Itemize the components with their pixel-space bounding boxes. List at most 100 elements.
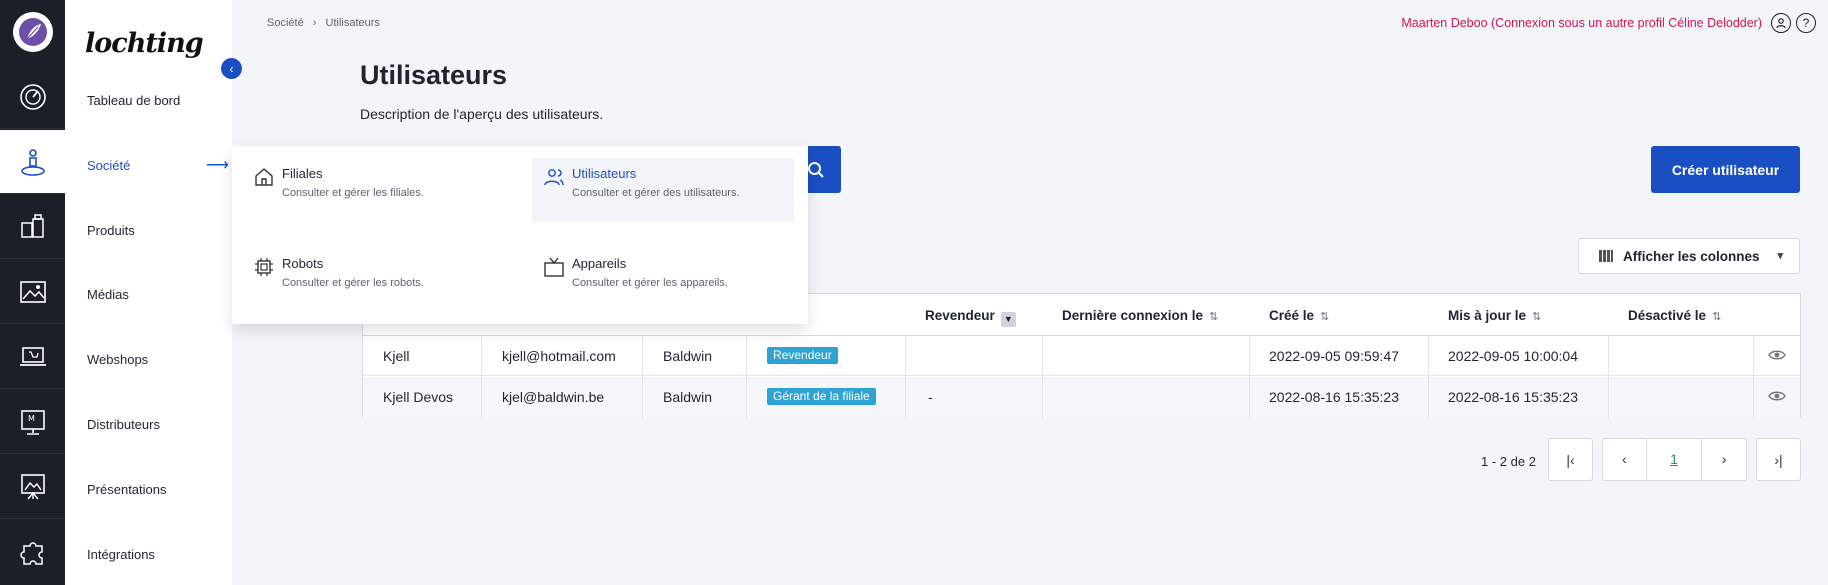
integrations-puzzle-icon[interactable] <box>0 520 65 584</box>
column-divider <box>1042 336 1043 418</box>
submenu-item-title: Appareils <box>572 256 627 271</box>
sort-icon[interactable]: ⇅ <box>1209 311 1218 323</box>
cell-company: Baldwin <box>663 348 713 364</box>
nav-item-dashboard[interactable]: Tableau de bord <box>87 93 180 108</box>
sort-icon[interactable]: ⇅ <box>1320 311 1329 323</box>
view-eye-icon[interactable] <box>1768 389 1786 403</box>
page-description: Description de l'aperçu des utilisateurs… <box>360 106 604 122</box>
main-nav: lochting Tableau de bord Société ⟶ Produ… <box>65 0 232 585</box>
column-divider <box>481 336 482 418</box>
nav-item-webshops[interactable]: Webshops <box>87 352 148 367</box>
show-columns-label: Afficher les colonnes <box>1623 248 1760 264</box>
view-eye-icon[interactable] <box>1768 348 1786 362</box>
submenu-item-devices[interactable]: Appareils Consulter et gérer les apparei… <box>532 248 794 312</box>
page-number-button[interactable]: 1 <box>1647 439 1703 480</box>
icon-rail: M <box>0 0 65 585</box>
column-divider <box>1753 336 1754 418</box>
submenu-item-desc: Consulter et gérer les robots. <box>282 277 424 289</box>
user-impersonation-label[interactable]: Maarten Deboo (Connexion sous un autre p… <box>1401 16 1762 30</box>
column-header-last-login[interactable]: Dernière connexion le ⇅ <box>1062 308 1218 323</box>
chevron-right-icon: › <box>312 17 317 29</box>
users-icon <box>544 169 564 186</box>
table-row[interactable]: Kjell kjell@hotmail.com Baldwin Revendeu… <box>363 336 1800 376</box>
chevron-down-icon: ▾ <box>1777 250 1783 262</box>
prev-page-button[interactable]: ‹ <box>1603 439 1647 480</box>
app-logo[interactable]: lochting <box>85 28 204 59</box>
nav-item-distributors[interactable]: Distributeurs <box>87 417 160 432</box>
presentation-easel-icon[interactable] <box>0 455 65 519</box>
cell-created: 2022-09-05 09:59:47 <box>1269 348 1399 364</box>
dashboard-gauge-icon[interactable] <box>0 65 65 129</box>
page-title: Utilisateurs <box>360 60 508 90</box>
role-badge: Revendeur <box>767 347 838 364</box>
submenu-item-title: Utilisateurs <box>572 166 637 181</box>
webshop-laptop-cart-icon[interactable] <box>0 325 65 389</box>
cell-email: kjel@baldwin.be <box>502 389 605 405</box>
columns-icon <box>1599 250 1613 262</box>
create-user-button[interactable]: Créer utilisateur <box>1651 146 1800 193</box>
page-nav-group: ‹ 1 › <box>1602 438 1747 481</box>
submenu-item-desc: Consulter et gérer les filiales. <box>282 187 424 199</box>
column-header-created[interactable]: Créé le ⇅ <box>1269 308 1329 323</box>
home-icon <box>255 168 273 186</box>
nav-item-media[interactable]: Médias <box>87 287 129 302</box>
column-header-deactivated[interactable]: Désactivé le ⇅ <box>1628 308 1721 323</box>
cell-email: kjell@hotmail.com <box>502 348 616 364</box>
show-columns-button[interactable]: Afficher les colonnes ▾ <box>1578 238 1800 274</box>
next-page-button[interactable]: › <box>1702 439 1746 480</box>
submenu-item-branches[interactable]: Filiales Consulter et gérer les filiales… <box>242 158 504 222</box>
brand-logo-icon[interactable] <box>13 12 53 52</box>
chevron-left-icon: ‹ <box>229 61 234 76</box>
cell-reseller: - <box>928 389 933 405</box>
collapse-sidebar-button[interactable]: ‹ <box>221 58 242 79</box>
column-header-updated[interactable]: Mis à jour le ⇅ <box>1448 308 1541 323</box>
column-header-last-login-label: Dernière connexion le <box>1062 308 1204 323</box>
user-profile-icon[interactable] <box>1771 13 1791 33</box>
media-image-icon[interactable] <box>0 260 65 324</box>
first-page-button[interactable]: |‹ <box>1548 438 1593 481</box>
submenu-item-title: Filiales <box>282 166 323 181</box>
column-header-reseller-label: Revendeur <box>925 308 995 323</box>
current-page-label: 1 <box>1670 451 1678 467</box>
breadcrumb: Société › Utilisateurs <box>267 17 386 29</box>
svg-text:M: M <box>28 414 35 423</box>
submenu-item-robots[interactable]: Robots Consulter et gérer les robots. <box>242 248 504 312</box>
arrow-right-icon: ⟶ <box>206 157 229 174</box>
column-header-deactivated-label: Désactivé le <box>1628 308 1707 323</box>
cell-name: Kjell <box>383 348 410 364</box>
filter-icon[interactable]: ▼ <box>1000 312 1016 327</box>
cell-updated: 2022-08-16 15:35:23 <box>1448 389 1578 405</box>
nav-item-presentations[interactable]: Présentations <box>87 482 167 497</box>
help-icon[interactable]: ? <box>1796 13 1816 33</box>
column-divider <box>746 336 747 418</box>
role-badge: Gérant de la filiale <box>767 388 876 405</box>
submenu-item-users[interactable]: Utilisateurs Consulter et gérer des util… <box>532 158 794 222</box>
column-divider <box>1428 336 1429 418</box>
tv-device-icon <box>544 257 564 277</box>
sort-icon[interactable]: ⇅ <box>1532 311 1541 323</box>
search-icon <box>807 161 824 178</box>
breadcrumb-item-users: Utilisateurs <box>325 17 380 29</box>
last-page-icon: ›| <box>1774 451 1783 468</box>
company-person-icon[interactable] <box>0 130 65 194</box>
breadcrumb-item-company[interactable]: Société <box>267 17 304 29</box>
first-page-icon: |‹ <box>1566 451 1575 468</box>
cell-updated: 2022-09-05 10:00:04 <box>1448 348 1578 364</box>
sort-icon[interactable]: ⇅ <box>1712 311 1721 323</box>
submenu-item-desc: Consulter et gérer les appareils. <box>572 277 728 289</box>
company-submenu: Filiales Consulter et gérer les filiales… <box>232 146 808 324</box>
column-header-reseller[interactable]: Revendeur ▼ <box>925 308 1016 327</box>
submenu-item-title: Robots <box>282 256 324 271</box>
products-bottles-icon[interactable] <box>0 195 65 259</box>
column-divider <box>905 336 906 418</box>
column-header-created-label: Créé le <box>1269 308 1315 323</box>
last-page-button[interactable]: ›| <box>1756 438 1801 481</box>
distributor-monitor-icon[interactable]: M <box>0 390 65 454</box>
cell-created: 2022-08-16 15:35:23 <box>1269 389 1399 405</box>
nav-item-company[interactable]: Société <box>87 158 130 173</box>
pagination-info: 1 - 2 de 2 <box>1481 454 1536 469</box>
column-divider <box>1608 336 1609 418</box>
table-row[interactable]: Kjell Devos kjel@baldwin.be Baldwin Géra… <box>363 377 1800 417</box>
nav-item-products[interactable]: Produits <box>87 223 135 238</box>
nav-item-integrations[interactable]: Intégrations <box>87 547 155 562</box>
